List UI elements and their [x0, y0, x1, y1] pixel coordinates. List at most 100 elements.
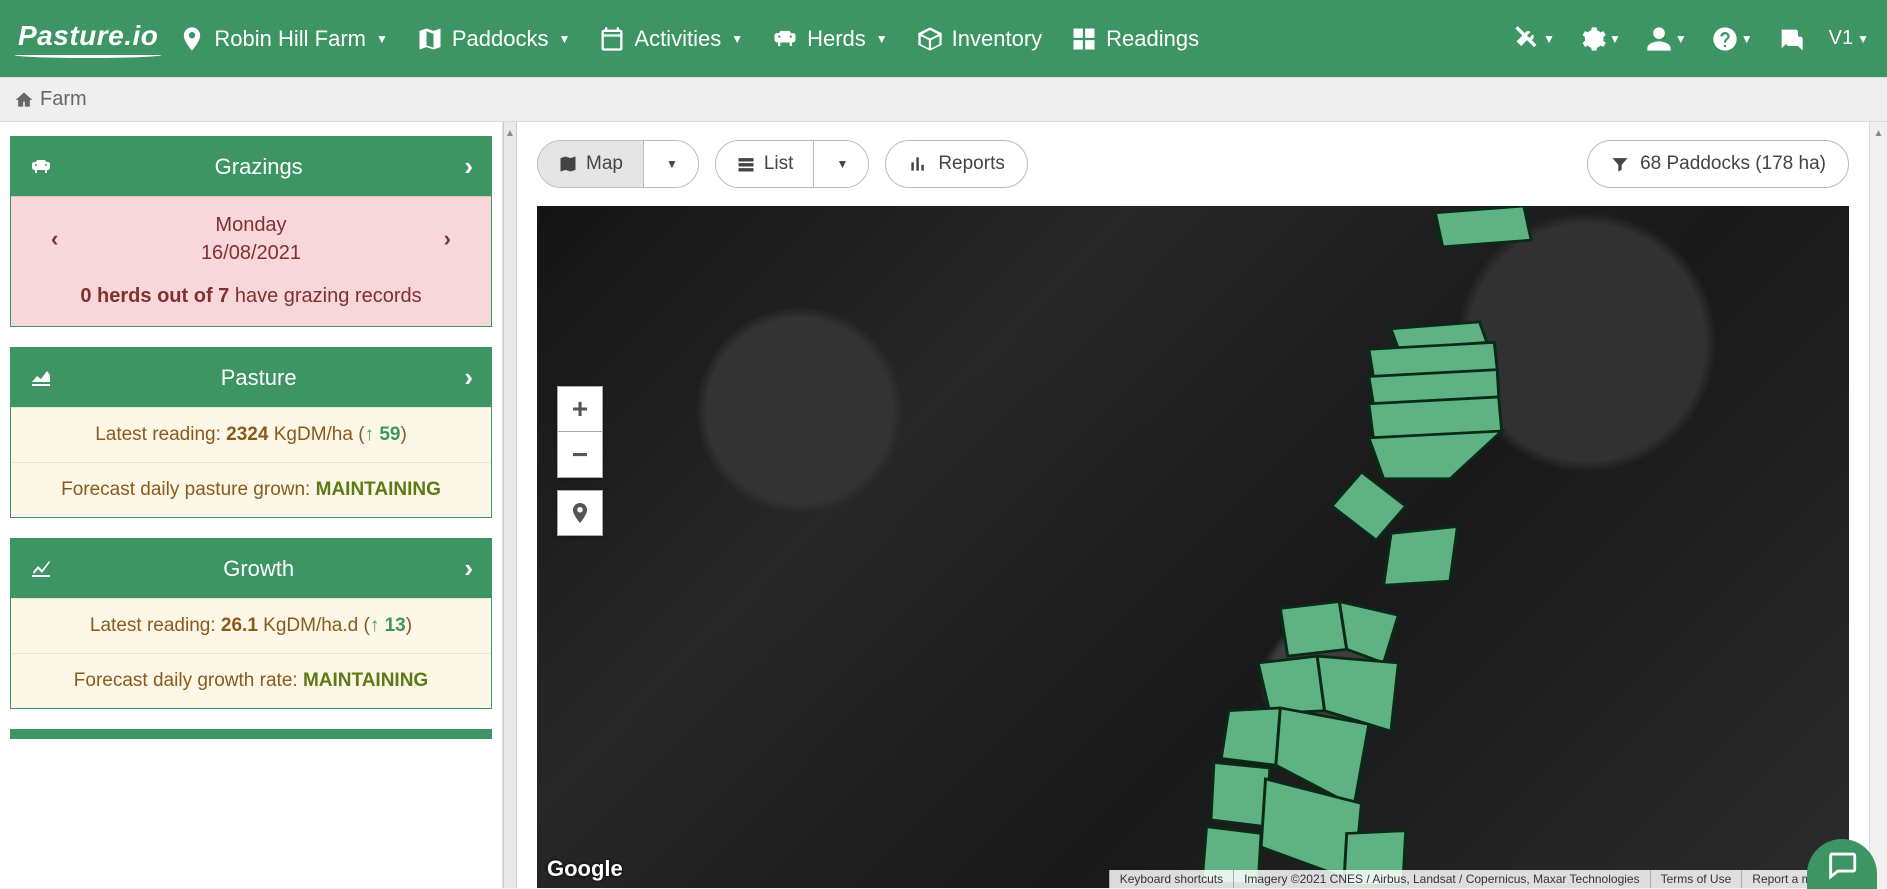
herds-status: 0 herds out of 7 have grazing records [11, 275, 491, 326]
google-logo: Google [547, 856, 623, 882]
nav-account[interactable]: ▼ [1645, 25, 1687, 53]
keyboard-shortcuts-link[interactable]: Keyboard shortcuts [1109, 870, 1233, 888]
nav-farm-selector[interactable]: Robin Hill Farm ▼ [178, 25, 387, 53]
nav-readings[interactable]: Readings [1070, 25, 1199, 53]
map-view-button[interactable]: Map [538, 141, 643, 187]
nav-right: ▼ ▼ ▼ ▼ V1 ▼ [1513, 25, 1869, 53]
date-day: Monday [201, 211, 301, 239]
nav-activities-label: Activities [634, 26, 721, 52]
chat-icon [1777, 25, 1805, 53]
zoom-in-button[interactable]: + [557, 386, 603, 432]
caret-down-icon: ▼ [1543, 32, 1555, 46]
nav-items: Robin Hill Farm ▼ Paddocks ▼ Activities … [178, 25, 1513, 53]
date-selector: ‹ Monday 16/08/2021 › [11, 197, 491, 275]
pasture-latest: Latest reading: 2324 KgDM/ha (↑ 59) [11, 407, 491, 462]
nav-activities[interactable]: Activities ▼ [598, 25, 743, 53]
growth-header[interactable]: Growth › [11, 539, 491, 598]
breadcrumb: Farm [0, 77, 1887, 122]
grazings-card: Grazings › ‹ Monday 16/08/2021 › 0 herds… [10, 136, 492, 327]
list-view-dropdown[interactable]: ▼ [813, 141, 868, 187]
main-layout: Grazings › ‹ Monday 16/08/2021 › 0 herds… [0, 122, 1887, 888]
nav-herds[interactable]: Herds ▼ [771, 25, 888, 53]
nav-farm-label: Robin Hill Farm [214, 26, 366, 52]
sidebar-resize-handle[interactable] [503, 122, 517, 888]
growth-title: Growth [53, 556, 464, 582]
grazings-body: ‹ Monday 16/08/2021 › 0 herds out of 7 h… [11, 196, 491, 326]
caret-down-icon: ▼ [559, 32, 571, 46]
prev-day-button[interactable]: ‹ [51, 226, 58, 252]
nav-settings[interactable]: ▼ [1579, 25, 1621, 53]
reports-button[interactable]: Reports [885, 140, 1028, 188]
chevron-right-icon: › [464, 553, 473, 584]
breadcrumb-farm[interactable]: Farm [40, 88, 87, 111]
nav-version[interactable]: V1 ▼ [1829, 27, 1869, 50]
right-scrollbar[interactable] [1869, 122, 1887, 888]
up-arrow-icon: ↑ [370, 615, 380, 636]
box-icon [916, 25, 944, 53]
imagery-attribution: Imagery ©2021 CNES / Airbus, Landsat / C… [1233, 870, 1650, 888]
caret-down-icon: ▼ [876, 32, 888, 46]
pasture-forecast: Forecast daily pasture grown: MAINTAININ… [11, 462, 491, 517]
list-view-button[interactable]: List [716, 141, 814, 187]
location-pin-icon [178, 25, 206, 53]
cow-icon [29, 155, 53, 179]
nav-chat[interactable] [1777, 25, 1805, 53]
line-chart-icon [29, 557, 53, 581]
paddock-filter-button[interactable]: 68 Paddocks (178 ha) [1587, 140, 1849, 188]
growth-card: Growth › Latest reading: 26.1 KgDM/ha.d … [10, 538, 492, 709]
nav-inventory[interactable]: Inventory [916, 25, 1043, 53]
caret-down-icon: ▼ [1741, 32, 1753, 46]
caret-down-icon: ▼ [731, 32, 743, 46]
content-area: Map ▼ List ▼ Reports 68 Paddocks (178 ha… [517, 122, 1869, 888]
map-canvas[interactable]: + − Google Keyboard shortcuts Imagery ©2… [537, 206, 1849, 888]
bar-chart-icon [908, 154, 928, 174]
terms-link[interactable]: Terms of Use [1650, 870, 1742, 888]
content-toolbar: Map ▼ List ▼ Reports 68 Paddocks (178 ha… [517, 122, 1869, 206]
next-day-button[interactable]: › [444, 226, 451, 252]
pasture-body: Latest reading: 2324 KgDM/ha (↑ 59) Fore… [11, 407, 491, 517]
next-card-peek [10, 729, 492, 739]
herds-count: 0 herds out of 7 [80, 285, 229, 307]
pasture-card: Pasture › Latest reading: 2324 KgDM/ha (… [10, 347, 492, 518]
map-icon [416, 25, 444, 53]
view-map-group: Map ▼ [537, 140, 699, 188]
map-icon [558, 154, 578, 174]
caret-down-icon: ▼ [1609, 32, 1621, 46]
cow-icon [771, 25, 799, 53]
paddock-overlays [1022, 206, 1612, 888]
filter-icon [1610, 154, 1630, 174]
date-value: 16/08/2021 [201, 239, 301, 267]
pasture-title: Pasture [53, 365, 464, 391]
nav-paddocks[interactable]: Paddocks ▼ [416, 25, 571, 53]
help-icon [1711, 25, 1739, 53]
zoom-out-button[interactable]: − [557, 432, 603, 478]
up-arrow-icon: ↑ [365, 424, 375, 445]
brand-logo[interactable]: Pasture.io [18, 20, 158, 58]
chevron-right-icon: › [464, 151, 473, 182]
table-icon [736, 154, 756, 174]
nav-readings-label: Readings [1106, 26, 1199, 52]
grazings-header[interactable]: Grazings › [11, 137, 491, 196]
nav-help[interactable]: ▼ [1711, 25, 1753, 53]
growth-forecast: Forecast daily growth rate: MAINTAINING [11, 653, 491, 708]
growth-latest: Latest reading: 26.1 KgDM/ha.d (↑ 13) [11, 598, 491, 653]
nav-inventory-label: Inventory [952, 26, 1043, 52]
map-attribution: Keyboard shortcuts Imagery ©2021 CNES / … [1109, 870, 1849, 888]
pasture-header[interactable]: Pasture › [11, 348, 491, 407]
nav-tools[interactable]: ▼ [1513, 25, 1555, 53]
caret-down-icon: ▼ [1857, 32, 1869, 46]
calendar-icon [598, 25, 626, 53]
chevron-right-icon: › [464, 362, 473, 393]
map-view-dropdown[interactable]: ▼ [643, 141, 698, 187]
grid-icon [1070, 25, 1098, 53]
nav-paddocks-label: Paddocks [452, 26, 549, 52]
caret-down-icon: ▼ [1675, 32, 1687, 46]
current-date: Monday 16/08/2021 [201, 211, 301, 267]
home-icon [14, 90, 34, 110]
version-label: V1 [1829, 27, 1853, 50]
chat-bubble-icon [1825, 847, 1859, 881]
map-controls: + − [557, 386, 603, 536]
location-pin-icon [568, 501, 592, 525]
locate-button[interactable] [557, 490, 603, 536]
gear-icon [1579, 25, 1607, 53]
